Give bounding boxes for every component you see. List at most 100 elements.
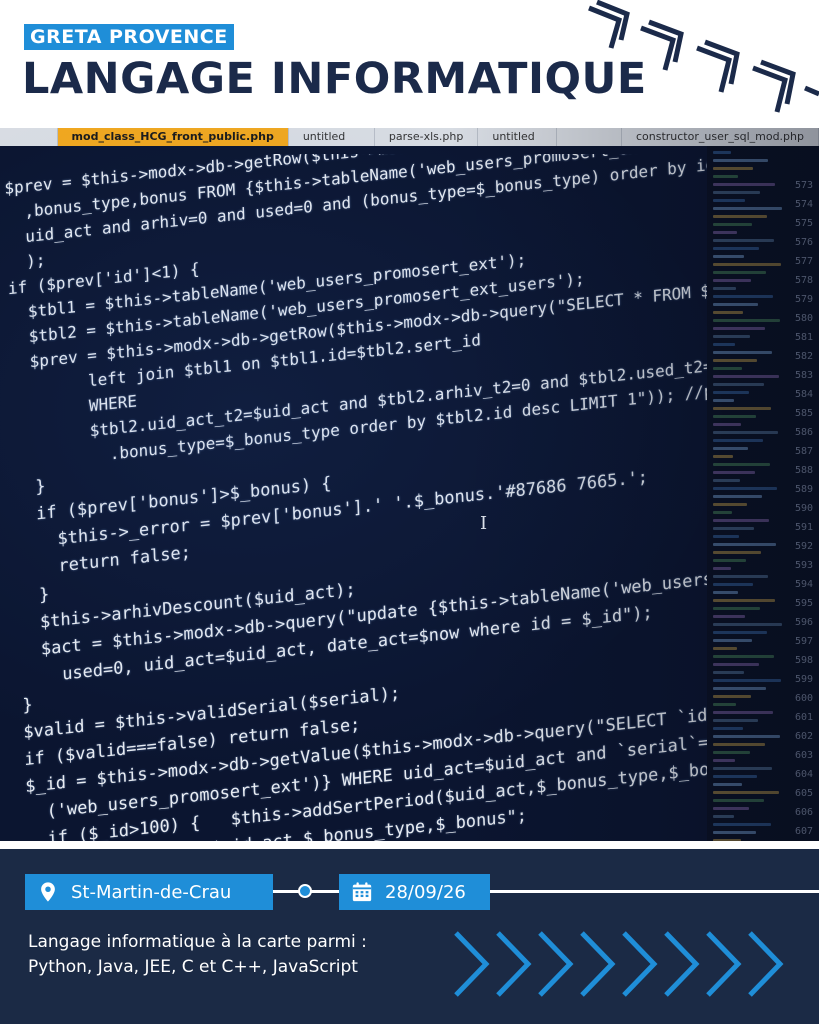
line-number: 588: [794, 465, 813, 476]
line-number: 594: [794, 579, 813, 590]
minimap-stripe: [713, 367, 742, 370]
minimap-stripe: [713, 495, 762, 498]
minimap-stripe: [713, 383, 764, 386]
editor-tab-active: mod_class_HCG_front_public.php: [57, 128, 289, 146]
minimap-stripe: [713, 335, 750, 338]
minimap-stripe: [713, 751, 750, 754]
line-number: 584: [794, 389, 813, 400]
calendar-icon: [352, 882, 372, 902]
date-text: 28/09/26: [385, 881, 466, 903]
minimap-stripe: [713, 543, 776, 546]
minimap-stripe: [713, 535, 739, 538]
minimap-stripe: [713, 423, 741, 426]
minimap-stripe: [713, 783, 742, 786]
minimap-stripe: [713, 359, 757, 362]
minimap-stripe: [713, 791, 779, 794]
editor-tab: [0, 128, 58, 146]
minimap-stripe: [713, 839, 741, 841]
line-number: 583: [794, 370, 813, 381]
minimap-stripe: [713, 455, 733, 458]
code-area: $prev = $this->modx->db->getRow($this->m…: [0, 154, 720, 841]
minimap-stripe: [713, 191, 760, 194]
minimap-stripe: [713, 559, 746, 562]
minimap-stripe: [713, 375, 779, 378]
minimap-stripe: [713, 799, 764, 802]
minimap-stripe: [713, 567, 731, 570]
minimap-stripe: [713, 215, 767, 218]
line-number: 606: [794, 807, 813, 818]
location-text: St-Martin-de-Crau: [71, 881, 232, 903]
editor-tab: constructor_user_sql_mod.php: [622, 128, 819, 146]
line-number: 596: [794, 617, 813, 628]
minimap-stripe: [713, 399, 734, 402]
minimap-stripe: [713, 703, 736, 706]
line-number: 579: [794, 294, 813, 305]
line-number: 602: [794, 731, 813, 742]
minimap-stripe: [713, 407, 771, 410]
timeline-dot: [298, 884, 312, 898]
line-number: 589: [794, 484, 813, 495]
minimap-stripe: [713, 519, 769, 522]
line-number: 591: [794, 522, 813, 533]
minimap-stripe: [713, 439, 763, 442]
minimap-stripe: [713, 551, 761, 554]
line-number: 595: [794, 598, 813, 609]
line-number: 576: [794, 237, 813, 248]
minimap-stripe: [713, 487, 777, 490]
description-line: Python, Java, JEE, C et C++, JavaScript: [28, 957, 358, 977]
minimap-stripe: [713, 671, 744, 674]
line-number: 573: [794, 180, 813, 191]
minimap-stripe: [713, 775, 757, 778]
line-number: 600: [794, 693, 813, 704]
line-number: 577: [794, 256, 813, 267]
editor-tab-bar: mod_class_HCG_front_public.php untitled …: [0, 128, 819, 146]
line-number: 581: [794, 332, 813, 343]
editor-tab: untitled: [478, 128, 558, 146]
minimap-stripe: [713, 463, 770, 466]
minimap-stripe: [713, 391, 749, 394]
minimap-stripe: [713, 287, 736, 290]
line-number: 599: [794, 674, 813, 685]
line-number: 598: [794, 655, 813, 666]
minimap-stripe: [713, 255, 744, 258]
code-editor-photo: mod_class_HCG_front_public.php untitled …: [0, 128, 819, 841]
minimap-stripe: [713, 695, 751, 698]
line-number: 585: [794, 408, 813, 419]
minimap-stripe: [713, 591, 738, 594]
minimap-stripe: [713, 431, 778, 434]
description-line: Langage informatique à la carte parmi :: [28, 932, 367, 952]
minimap-stripe: [713, 815, 734, 818]
line-number: 593: [794, 560, 813, 571]
minimap-stripe: [713, 711, 773, 714]
minimap-stripe: [713, 599, 775, 602]
minimap-stripe: [713, 479, 740, 482]
minimap-stripe: [713, 319, 780, 322]
line-number: 582: [794, 351, 813, 362]
minimap-stripe: [713, 583, 753, 586]
corner-chevrons-decoration: [588, 0, 819, 113]
minimap-stripe: [713, 735, 780, 738]
date-box: 28/09/26: [339, 874, 490, 910]
line-number: 578: [794, 275, 813, 286]
line-number: 580: [794, 313, 813, 324]
minimap-stripe: [713, 311, 743, 314]
line-number: 604: [794, 769, 813, 780]
minimap-stripe: [713, 295, 773, 298]
minimap-stripe: [713, 663, 759, 666]
location-box: St-Martin-de-Crau: [25, 874, 273, 910]
editor-tab: [557, 128, 622, 146]
line-number: 607: [794, 826, 813, 837]
line-number: 586: [794, 427, 813, 438]
minimap-stripe: [713, 503, 747, 506]
minimap-stripe: [713, 719, 758, 722]
line-number: 601: [794, 712, 813, 723]
minimap-stripe: [713, 175, 738, 178]
minimap-stripe: [713, 575, 768, 578]
minimap-stripe: [713, 343, 735, 346]
minimap-stripe: [713, 687, 766, 690]
minimap-stripe: [713, 327, 765, 330]
editor-tab: parse-xls.php: [375, 128, 479, 146]
page-title: LANGAGE INFORMATIQUE: [22, 54, 647, 104]
line-number: 590: [794, 503, 813, 514]
minimap-stripe: [713, 183, 775, 186]
